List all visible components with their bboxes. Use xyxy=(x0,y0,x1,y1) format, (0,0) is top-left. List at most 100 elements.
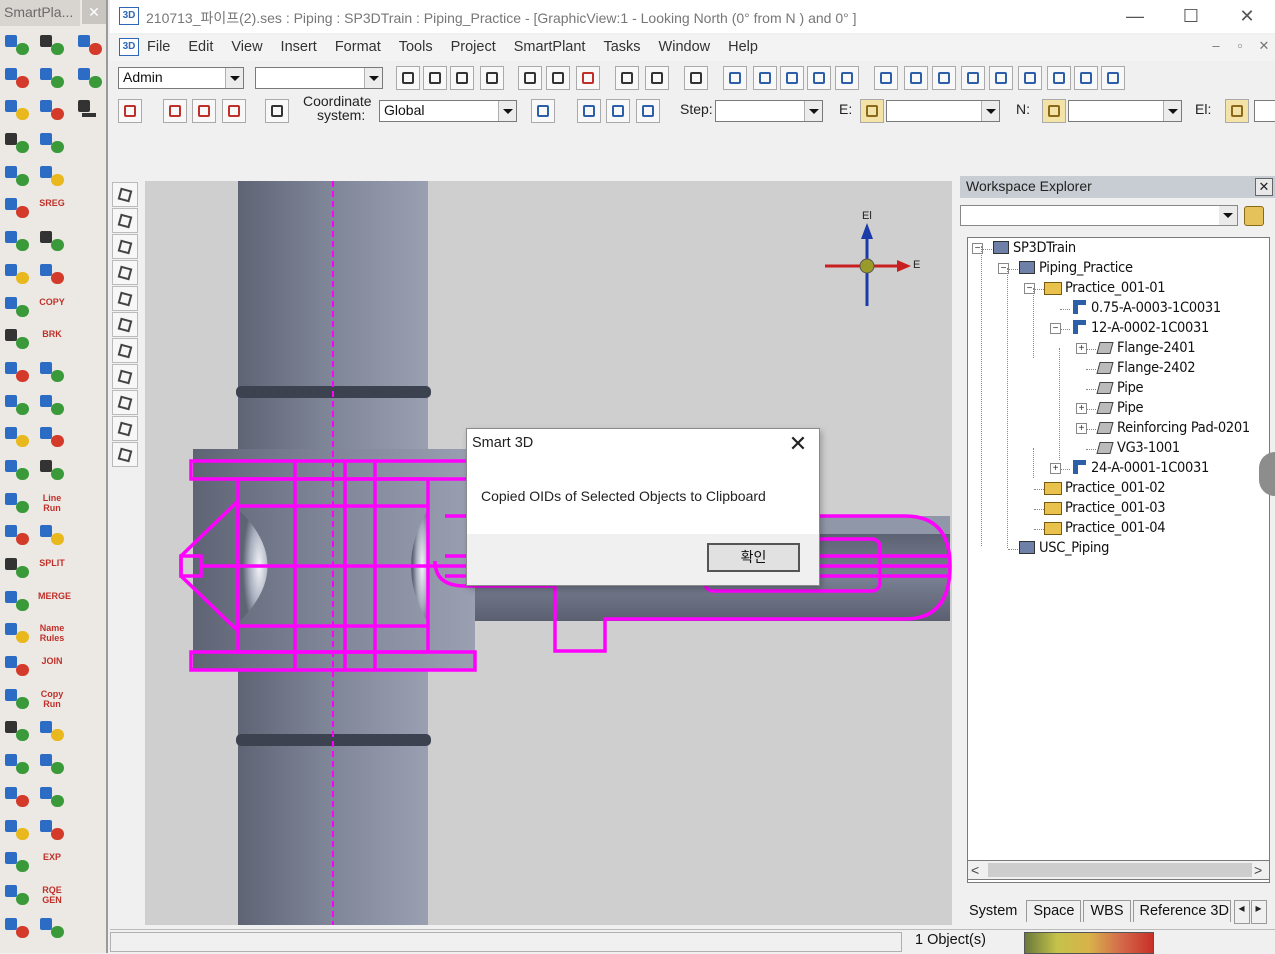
menu-insert[interactable]: Insert xyxy=(281,39,326,55)
paste-icon[interactable] xyxy=(546,66,570,90)
palette-tool-icon[interactable] xyxy=(38,784,66,811)
tree-node[interactable]: Practice_001-01 xyxy=(1044,279,1166,299)
tool-icon[interactable] xyxy=(807,66,831,90)
palette-tool-icon[interactable] xyxy=(3,882,31,909)
palette-tool-label[interactable]: RQE GEN xyxy=(38,882,66,909)
palette-tool-icon[interactable] xyxy=(3,490,31,517)
tree-node[interactable]: Flange-2402 xyxy=(1096,359,1196,379)
tree-node[interactable]: Piping_Practice xyxy=(1018,259,1133,279)
palette-tool-icon[interactable] xyxy=(38,915,66,942)
refresh-icon[interactable] xyxy=(480,66,504,90)
view-tool-icon[interactable] xyxy=(112,416,138,441)
filter-button[interactable] xyxy=(192,99,216,123)
tree-node[interactable]: 0.75-A-0003-1C0031 xyxy=(1070,299,1221,319)
palette-tool-icon[interactable] xyxy=(3,849,31,876)
scroll-thumb[interactable] xyxy=(988,863,1252,877)
tab-prev-button[interactable]: ◂ xyxy=(1233,900,1250,924)
menu-tools[interactable]: Tools xyxy=(399,39,442,55)
menu-file[interactable]: File xyxy=(147,39,179,55)
palette-tool-icon[interactable] xyxy=(3,261,31,288)
east-input[interactable] xyxy=(886,100,1000,122)
tab-system[interactable]: System xyxy=(962,900,1025,922)
palette-tool-icon[interactable] xyxy=(38,817,66,844)
palette-tool-icon[interactable] xyxy=(3,228,31,255)
tab-next-button[interactable]: ▸ xyxy=(1250,900,1267,924)
palette-tool-icon[interactable] xyxy=(3,457,31,484)
menu-window[interactable]: Window xyxy=(659,39,720,55)
palette-tool-icon[interactable] xyxy=(3,718,31,745)
permission-group-select[interactable]: Admin xyxy=(118,67,244,89)
palette-tool-icon[interactable] xyxy=(38,32,66,59)
tool-icon[interactable] xyxy=(904,66,928,90)
palette-tool-icon[interactable] xyxy=(3,130,31,157)
palette-tool-icon[interactable] xyxy=(38,163,66,190)
explorer-tree[interactable]: − SP3DTrain − Piping_Practice − Practice_001-… xyxy=(967,237,1270,883)
tab-reference-3d[interactable]: Reference 3D xyxy=(1132,900,1231,922)
open-icon[interactable] xyxy=(423,66,447,90)
palette-tool-icon[interactable] xyxy=(38,457,66,484)
palette-tool-icon[interactable] xyxy=(38,228,66,255)
palette-tool-icon[interactable] xyxy=(3,294,31,321)
tree-node[interactable]: VG3-1001 xyxy=(1096,439,1180,459)
elevation-input[interactable] xyxy=(1254,100,1275,122)
clear-selection-button[interactable] xyxy=(118,99,142,123)
scroll-left-arrow[interactable]: < xyxy=(971,862,979,878)
new-icon[interactable] xyxy=(396,66,420,90)
chevron-down-icon[interactable] xyxy=(1101,66,1125,90)
palette-tool-label[interactable]: JOIN xyxy=(38,653,66,680)
tree-node[interactable]: Pipe xyxy=(1096,399,1144,419)
mdi-minimize-button[interactable]: – xyxy=(1206,38,1226,53)
tool-icon[interactable] xyxy=(1047,66,1071,90)
lock-elevation-button[interactable] xyxy=(1225,99,1249,123)
palette-tool-icon[interactable] xyxy=(38,97,66,124)
view-tool-icon[interactable] xyxy=(112,260,138,285)
palette-tool-icon[interactable] xyxy=(3,522,31,549)
lock-north-button[interactable] xyxy=(1042,99,1066,123)
menu-tasks[interactable]: Tasks xyxy=(603,39,649,55)
palette-tool-icon[interactable] xyxy=(3,195,31,222)
palette-tool-icon[interactable] xyxy=(38,359,66,386)
explorer-horizontal-scrollbar[interactable]: < > xyxy=(967,860,1270,880)
coordinate-tool-button[interactable] xyxy=(531,99,555,123)
palette-tool-icon[interactable] xyxy=(38,751,66,778)
palette-tool-icon[interactable] xyxy=(38,718,66,745)
close-button[interactable]: ✕ xyxy=(1232,3,1262,29)
side-scroll-handle[interactable] xyxy=(1259,452,1275,496)
tool-icon[interactable] xyxy=(780,66,804,90)
maximize-button[interactable]: ☐ xyxy=(1176,3,1206,29)
view-tool-icon[interactable] xyxy=(112,390,138,415)
tree-node[interactable]: Practice_001-02 xyxy=(1044,479,1166,499)
coordinate-system-select[interactable]: Global xyxy=(379,100,517,122)
tree-node[interactable]: Practice_001-03 xyxy=(1044,499,1166,519)
tool-icon[interactable] xyxy=(835,66,859,90)
save-icon[interactable] xyxy=(450,66,474,90)
palette-tool-icon[interactable] xyxy=(3,915,31,942)
palette-tool-label[interactable]: Copy Run xyxy=(38,686,66,713)
tree-node[interactable]: USC_Piping xyxy=(1018,539,1109,559)
view-tool-icon[interactable] xyxy=(112,286,138,311)
palette-tool-icon[interactable] xyxy=(38,130,66,157)
delete-icon[interactable] xyxy=(576,66,600,90)
view-tool-icon[interactable] xyxy=(112,338,138,363)
move-icon[interactable] xyxy=(615,66,639,90)
tree-node[interactable]: Pipe xyxy=(1096,379,1144,399)
palette-tool-icon[interactable] xyxy=(3,392,31,419)
mdi-restore-button[interactable]: ▫ xyxy=(1230,38,1250,53)
tool-icon[interactable] xyxy=(723,66,747,90)
palette-tool-icon[interactable] xyxy=(3,653,31,680)
undo-icon[interactable] xyxy=(684,66,708,90)
secondary-select[interactable] xyxy=(255,67,383,89)
palette-tool-icon[interactable] xyxy=(3,686,31,713)
palette-tool-icon[interactable] xyxy=(3,588,31,615)
palette-tool-icon[interactable] xyxy=(3,784,31,811)
menu-edit[interactable]: Edit xyxy=(188,39,222,55)
palette-tool-icon[interactable] xyxy=(3,424,31,451)
palette-tool-label[interactable]: BRK xyxy=(38,326,66,353)
view-tool-button[interactable] xyxy=(636,99,660,123)
tab-wbs[interactable]: WBS xyxy=(1083,900,1131,922)
palette-tool-icon[interactable] xyxy=(3,751,31,778)
tree-node[interactable]: Flange-2401 xyxy=(1096,339,1196,359)
tool-button[interactable] xyxy=(222,99,246,123)
tool-icon[interactable] xyxy=(874,66,898,90)
palette-tool-icon[interactable] xyxy=(3,359,31,386)
